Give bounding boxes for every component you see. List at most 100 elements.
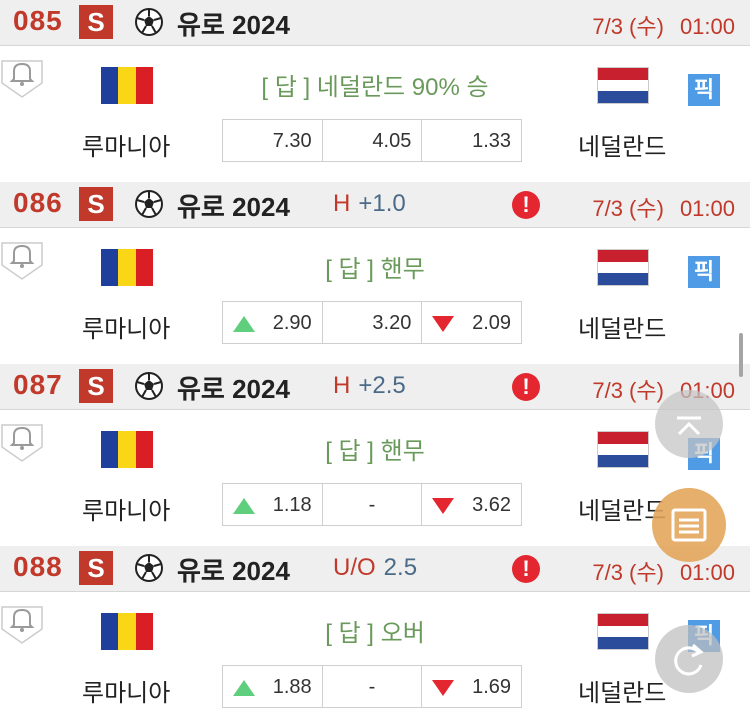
league-name: 유로 2024 xyxy=(177,374,290,404)
odds-home[interactable]: 2.90 xyxy=(223,302,323,343)
answer-text: [ 답 ] 오버 xyxy=(325,620,425,647)
odds-over[interactable]: 1.88 xyxy=(223,666,323,707)
odds-down-arrow-icon xyxy=(432,498,455,514)
list-button[interactable] xyxy=(652,488,726,562)
home-team: 루마니아 xyxy=(82,498,171,525)
odds-home-value: 2.90 xyxy=(272,312,312,334)
away-team: 네덜란드 xyxy=(578,680,667,707)
bell-icon[interactable] xyxy=(0,597,44,645)
handicap-info: U/O 2.5 xyxy=(333,554,417,582)
pick-button[interactable]: 픽 xyxy=(688,256,720,288)
away-flag-netherlands xyxy=(597,249,649,286)
bell-icon[interactable] xyxy=(0,233,44,281)
match-number: 085 xyxy=(13,5,63,36)
home-team: 루마니아 xyxy=(82,316,171,343)
answer-text: [ 답 ] 핸무 xyxy=(325,438,425,465)
match-time: 01:00 xyxy=(679,196,735,221)
away-team: 네덜란드 xyxy=(578,316,667,343)
odds-draw-value: - xyxy=(368,494,376,516)
odds-away-value: 3.62 xyxy=(472,494,512,516)
soccer-ball-icon xyxy=(135,554,163,582)
odds-draw-value: 4.05 xyxy=(372,130,412,152)
handicap-type: H xyxy=(333,372,351,399)
odds-away[interactable]: 1.33 xyxy=(422,120,521,161)
match-datetime: 7/3 (수) 01:00 xyxy=(592,9,735,41)
odds-away-value: 2.09 xyxy=(472,312,512,334)
odds-home[interactable]: 1.18 xyxy=(223,484,323,525)
match-header: 086 S 유로 2024 H +1.0 ! 7/3 (수) 01:00 xyxy=(0,182,750,228)
match-date: 7/3 (수) xyxy=(592,14,664,39)
soccer-ball-icon xyxy=(135,372,163,400)
match-row-088[interactable]: 088 S 유로 2024 U/O 2.5 ! 7/3 (수) 01:00 [ 답 … xyxy=(0,546,750,728)
odds-up-arrow-icon xyxy=(233,680,255,696)
match-time: 01:00 xyxy=(679,560,735,585)
alert-icon[interactable]: ! xyxy=(512,191,540,219)
match-row-087[interactable]: 087 S 유로 2024 H +2.5 ! 7/3 (수) 01:00 [ 답 ]… xyxy=(0,364,750,546)
alert-icon[interactable]: ! xyxy=(512,555,540,583)
sport-badge: S xyxy=(79,369,113,403)
match-number: 086 xyxy=(13,187,63,218)
away-flag-netherlands xyxy=(597,613,649,650)
match-header: 087 S 유로 2024 H +2.5 ! 7/3 (수) 01:00 xyxy=(0,364,750,410)
match-date: 7/3 (수) xyxy=(592,378,664,403)
odds-under[interactable]: 1.69 xyxy=(422,666,521,707)
handicap-value: +2.5 xyxy=(358,372,406,399)
home-flag-romania xyxy=(101,431,153,468)
list-icon xyxy=(671,508,707,542)
match-number: 088 xyxy=(13,551,63,582)
odds-home-value: 1.18 xyxy=(272,494,312,516)
answer-text: [ 답 ] 네덜란드 90% 승 xyxy=(261,74,489,101)
answer-text: [ 답 ] 핸무 xyxy=(325,256,425,283)
bell-icon[interactable] xyxy=(0,51,44,99)
soccer-ball-icon xyxy=(135,190,163,218)
odds-up-arrow-icon xyxy=(233,498,255,514)
odds-draw[interactable]: - xyxy=(323,666,423,707)
match-header: 088 S 유로 2024 U/O 2.5 ! 7/3 (수) 01:00 xyxy=(0,546,750,592)
odds-away[interactable]: 2.09 xyxy=(422,302,521,343)
sport-badge: S xyxy=(79,5,113,39)
odds-draw-value: - xyxy=(368,676,376,698)
home-team: 루마니아 xyxy=(82,680,171,707)
alert-icon[interactable]: ! xyxy=(512,373,540,401)
handicap-value: +1.0 xyxy=(358,190,406,217)
odds-box: 1.18 - 3.62 xyxy=(222,483,522,526)
sport-badge: S xyxy=(79,187,113,221)
odds-up-arrow-icon xyxy=(233,316,255,332)
odds-draw[interactable]: 3.20 xyxy=(323,302,423,343)
handicap-info: H +2.5 xyxy=(333,372,406,400)
odds-under-value: 1.69 xyxy=(472,676,512,698)
match-header: 085 S 유로 2024 7/3 (수) 01:00 xyxy=(0,0,750,46)
odds-down-arrow-icon xyxy=(432,680,455,696)
refresh-button[interactable] xyxy=(655,625,723,693)
home-flag-romania xyxy=(101,67,153,104)
odds-draw-value: 3.20 xyxy=(372,312,412,334)
handicap-info: H +1.0 xyxy=(333,190,406,218)
odds-down-arrow-icon xyxy=(432,316,455,332)
league-name: 유로 2024 xyxy=(177,192,290,222)
match-number: 087 xyxy=(13,369,63,400)
match-row-086[interactable]: 086 S 유로 2024 H +1.0 ! 7/3 (수) 01:00 [ 답 ]… xyxy=(0,182,750,364)
away-flag-netherlands xyxy=(597,431,649,468)
match-row-085[interactable]: 085 S 유로 2024 7/3 (수) 01:00 [ 답 ] 네덜란드 90… xyxy=(0,0,750,182)
scrollbar-thumb[interactable] xyxy=(739,333,743,377)
sport-badge: S xyxy=(79,551,113,585)
odds-draw[interactable]: - xyxy=(323,484,423,525)
home-team: 루마니아 xyxy=(82,134,171,161)
odds-box: 1.88 - 1.69 xyxy=(222,665,522,708)
soccer-ball-icon xyxy=(135,8,163,36)
refresh-icon xyxy=(674,643,704,676)
odds-away[interactable]: 3.62 xyxy=(422,484,521,525)
bell-icon[interactable] xyxy=(0,415,44,463)
pick-button[interactable]: 픽 xyxy=(688,74,720,106)
league-name: 유로 2024 xyxy=(177,10,290,40)
odds-home[interactable]: 7.30 xyxy=(223,120,323,161)
match-date: 7/3 (수) xyxy=(592,560,664,585)
scroll-top-button[interactable] xyxy=(655,390,723,458)
home-flag-romania xyxy=(101,613,153,650)
away-flag-netherlands xyxy=(597,67,649,104)
odds-home-value: 7.30 xyxy=(272,130,312,152)
odds-box: 2.90 3.20 2.09 xyxy=(222,301,522,344)
chevron-up-icon xyxy=(677,416,701,436)
odds-draw[interactable]: 4.05 xyxy=(323,120,423,161)
league-name: 유로 2024 xyxy=(177,556,290,586)
